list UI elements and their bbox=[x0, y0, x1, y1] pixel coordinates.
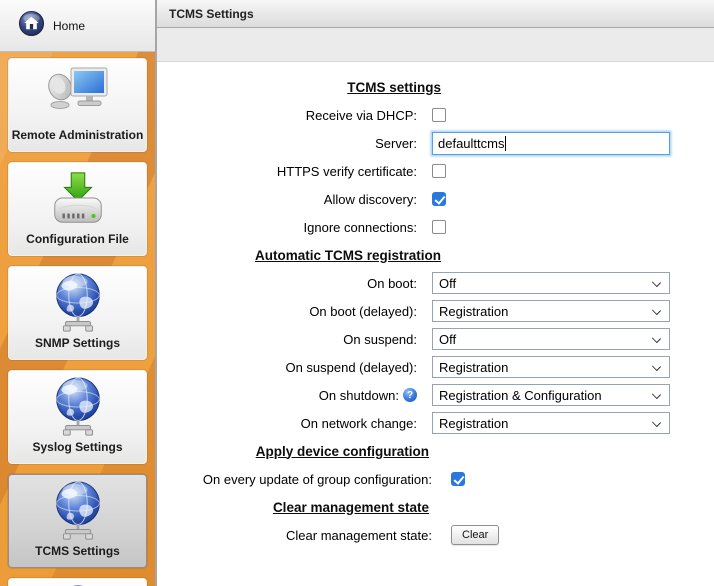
field-label: Receive via DHCP: bbox=[306, 108, 417, 123]
form-row-on-network-change: On network change: Registration bbox=[157, 409, 714, 437]
selected-value: Registration & Configuration bbox=[439, 388, 602, 403]
sidebar-tile-partial[interactable] bbox=[8, 578, 147, 586]
tile-label: Remote Administration bbox=[12, 128, 144, 142]
allow-discovery-checkbox[interactable] bbox=[432, 192, 446, 206]
tile-label: SNMP Settings bbox=[35, 336, 120, 350]
sidebar-tile-syslog-settings[interactable]: Syslog Settings bbox=[8, 370, 147, 464]
chevron-down-icon bbox=[652, 390, 661, 399]
field-label: On suspend (delayed): bbox=[285, 360, 417, 375]
section-heading-automatic-tcms-registration: Automatic TCMS registration bbox=[157, 248, 441, 263]
sidebar-tile-remote-administration[interactable]: Remote Administration bbox=[8, 58, 147, 152]
ignore-connections-checkbox[interactable] bbox=[432, 220, 446, 234]
group-config-update-checkbox[interactable] bbox=[451, 472, 465, 486]
sidebar-tile-configuration-file[interactable]: Configuration File bbox=[8, 162, 147, 256]
chevron-down-icon bbox=[652, 418, 661, 427]
form-row-group-config-update: On every update of group configuration: bbox=[157, 465, 714, 493]
selected-value: Registration bbox=[439, 416, 508, 431]
selected-value: Off bbox=[439, 276, 456, 291]
selected-value: Registration bbox=[439, 360, 508, 375]
on-suspend-delayed-select[interactable]: Registration bbox=[432, 356, 670, 378]
form-row-on-suspend: On suspend: Off bbox=[157, 325, 714, 353]
field-label: On every update of group configuration: bbox=[203, 472, 432, 487]
section-heading-clear-management-state: Clear management state bbox=[157, 500, 429, 515]
globe-network-icon bbox=[9, 376, 146, 440]
field-label: On network change: bbox=[301, 416, 417, 431]
chevron-down-icon bbox=[652, 306, 661, 315]
form-row-ignore-connections: Ignore connections: bbox=[157, 213, 714, 241]
help-icon[interactable]: ? bbox=[403, 388, 417, 402]
field-label: On shutdown: bbox=[319, 388, 399, 403]
text-caret bbox=[505, 136, 506, 151]
content-header: TCMS Settings bbox=[157, 0, 714, 28]
on-boot-delayed-select[interactable]: Registration bbox=[432, 300, 670, 322]
field-label: Server: bbox=[375, 136, 417, 151]
field-label: HTTPS verify certificate: bbox=[277, 164, 417, 179]
clear-button[interactable]: Clear bbox=[451, 525, 499, 545]
remote-administration-icon bbox=[9, 64, 146, 118]
page-title: TCMS Settings bbox=[169, 7, 254, 21]
chevron-down-icon bbox=[652, 334, 661, 343]
sidebar-tile-tcms-settings[interactable]: TCMS Settings bbox=[8, 474, 147, 568]
field-label: Clear management state: bbox=[286, 528, 432, 543]
tile-label: Configuration File bbox=[26, 232, 129, 246]
field-label: Ignore connections: bbox=[304, 220, 417, 235]
on-boot-select[interactable]: Off bbox=[432, 272, 670, 294]
globe-network-icon bbox=[9, 480, 146, 544]
content-pane: TCMS Settings TCMS settings Receive via … bbox=[155, 0, 714, 586]
section-heading-apply-device-configuration: Apply device configuration bbox=[157, 444, 429, 459]
section-heading-row: TCMS settings bbox=[157, 73, 714, 101]
field-label: Allow discovery: bbox=[324, 192, 417, 207]
tcms-settings-form: TCMS settings Receive via DHCP: Server: … bbox=[157, 62, 714, 549]
configuration-file-icon bbox=[9, 168, 146, 230]
chevron-down-icon bbox=[652, 362, 661, 371]
form-row-clear-management-state: Clear management state: Clear bbox=[157, 521, 714, 549]
form-row-server: Server: defaulttcms bbox=[157, 129, 714, 157]
form-row-allow-discovery: Allow discovery: bbox=[157, 185, 714, 213]
field-label: On boot: bbox=[367, 276, 417, 291]
tile-label: TCMS Settings bbox=[35, 544, 120, 558]
tcms-settings-window: Home bbox=[0, 0, 714, 586]
sidebar-item-home[interactable]: Home bbox=[0, 0, 155, 52]
section-heading-row: Apply device configuration bbox=[157, 437, 714, 465]
tile-label: Syslog Settings bbox=[32, 440, 122, 454]
form-row-on-boot: On boot: Off bbox=[157, 269, 714, 297]
chevron-down-icon bbox=[652, 278, 661, 287]
server-input[interactable]: defaulttcms bbox=[432, 132, 670, 155]
form-row-on-suspend-delayed: On suspend (delayed): Registration bbox=[157, 353, 714, 381]
sidebar: Home bbox=[0, 0, 155, 586]
sidebar-tiles: Remote Administration bbox=[0, 52, 155, 586]
https-verify-certificate-checkbox[interactable] bbox=[432, 164, 446, 178]
form-row-receive-via-dhcp: Receive via DHCP: bbox=[157, 101, 714, 129]
section-heading-row: Automatic TCMS registration bbox=[157, 241, 714, 269]
section-heading-tcms-settings: TCMS settings bbox=[157, 80, 441, 95]
form-row-on-shutdown: On shutdown: ? Registration & Configurat… bbox=[157, 381, 714, 409]
home-icon bbox=[18, 10, 45, 42]
on-suspend-select[interactable]: Off bbox=[432, 328, 670, 350]
content-subheader bbox=[157, 28, 714, 62]
selected-value: Off bbox=[439, 332, 456, 347]
sidebar-tile-snmp-settings[interactable]: SNMP Settings bbox=[8, 266, 147, 360]
on-network-change-select[interactable]: Registration bbox=[432, 412, 670, 434]
globe-network-icon bbox=[9, 272, 146, 336]
on-shutdown-select[interactable]: Registration & Configuration bbox=[432, 384, 670, 406]
form-row-https-verify-certificate: HTTPS verify certificate: bbox=[157, 157, 714, 185]
home-label: Home bbox=[53, 19, 85, 33]
field-label: On suspend: bbox=[343, 332, 417, 347]
form-row-on-boot-delayed: On boot (delayed): Registration bbox=[157, 297, 714, 325]
field-label: On boot (delayed): bbox=[309, 304, 417, 319]
server-input-value: defaulttcms bbox=[438, 136, 504, 151]
selected-value: Registration bbox=[439, 304, 508, 319]
receive-via-dhcp-checkbox[interactable] bbox=[432, 108, 446, 122]
section-heading-row: Clear management state bbox=[157, 493, 714, 521]
